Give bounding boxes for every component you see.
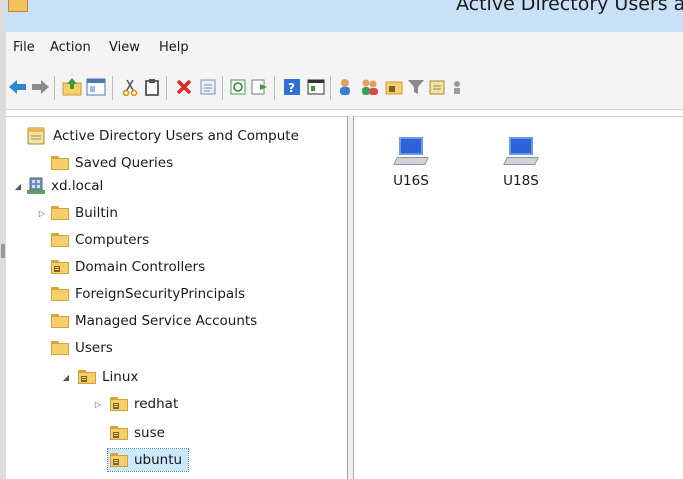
svg-text:?: ? <box>288 81 295 95</box>
computer-icon <box>503 137 539 167</box>
tree-item-label: Linux <box>102 369 139 385</box>
forward-arrow-icon[interactable] <box>30 77 50 97</box>
menu-bar: File Action View Help <box>6 32 683 64</box>
filter-icon[interactable] <box>406 77 426 97</box>
help-icon[interactable]: ? <box>282 77 302 97</box>
more-icon[interactable] <box>448 77 468 97</box>
title-bar: Active Directory Users a <box>6 0 683 32</box>
collapsed-triangle-icon[interactable]: ▷ <box>37 208 47 218</box>
folder-icon <box>51 314 69 328</box>
toolbar-separator <box>330 76 331 100</box>
folder-icon <box>51 341 69 355</box>
toolbar-separator <box>222 76 223 100</box>
toolbar-separator <box>274 76 275 100</box>
tree-item-managed-service-accounts[interactable]: Managed Service Accounts <box>51 310 257 332</box>
folder-icon <box>51 233 69 247</box>
up-folder-icon[interactable] <box>62 77 82 97</box>
snapin-root-icon <box>27 127 45 145</box>
menu-view[interactable]: View <box>109 40 140 55</box>
menu-action[interactable]: Action <box>50 40 91 55</box>
toolbar-separator <box>112 76 113 100</box>
cut-icon[interactable] <box>120 77 140 97</box>
folder-icon <box>51 206 69 220</box>
back-arrow-icon[interactable] <box>8 77 28 97</box>
toolbar-separator <box>166 76 167 100</box>
toolbar-separator <box>54 76 55 100</box>
new-group-icon[interactable] <box>360 77 380 97</box>
tree-item-label: Users <box>75 340 113 356</box>
copy-icon[interactable] <box>142 77 162 97</box>
domain-icon <box>27 177 45 195</box>
ou-icon <box>51 260 69 274</box>
ou-icon <box>78 370 96 384</box>
computer-icon <box>393 137 429 167</box>
tree-item-redhat[interactable]: ▷ redhat <box>95 393 179 415</box>
new-ou-icon[interactable] <box>384 77 404 97</box>
computer-item-u18s[interactable]: U18S <box>491 137 551 189</box>
tree-item-domain-controllers[interactable]: Domain Controllers <box>51 256 205 278</box>
app-icon <box>8 0 28 12</box>
new-user-icon[interactable] <box>336 77 356 97</box>
properties-icon[interactable] <box>198 77 218 97</box>
toolbar: ? <box>6 64 683 110</box>
export-list-icon[interactable] <box>250 77 270 97</box>
expanded-triangle-icon[interactable]: ◢ <box>61 372 71 382</box>
delete-icon[interactable] <box>174 77 194 97</box>
tree-item-label: redhat <box>134 396 179 412</box>
folder-icon <box>51 287 69 301</box>
tree-root-label: Active Directory Users and Compute <box>53 128 299 144</box>
add-to-group-icon[interactable] <box>428 77 448 97</box>
console-tree-pane[interactable]: Active Directory Users and Compute Saved… <box>6 116 348 479</box>
computer-item-label: U16S <box>393 173 429 189</box>
menu-help[interactable]: Help <box>159 40 189 55</box>
menu-file[interactable]: File <box>13 40 35 55</box>
tree-item-saved-queries[interactable]: Saved Queries <box>51 152 173 174</box>
tree-item-label: ubuntu <box>134 452 183 468</box>
tree-item-xd-local[interactable]: ◢ xd.local <box>15 175 104 197</box>
console-icon[interactable] <box>306 77 326 97</box>
tree-item-label: Managed Service Accounts <box>75 313 258 329</box>
show-console-tree-icon[interactable] <box>86 77 106 97</box>
tree-item-computers[interactable]: Computers <box>51 229 149 251</box>
tree-item-label: xd.local <box>51 178 104 194</box>
tree-item-linux[interactable]: ◢ Linux <box>63 366 139 388</box>
computer-item-u16s[interactable]: U16S <box>381 137 441 189</box>
tree-item-suse[interactable]: suse <box>110 422 165 444</box>
folder-icon <box>51 156 69 170</box>
refresh-icon[interactable] <box>228 77 248 97</box>
tree-item-users[interactable]: Users <box>51 337 113 359</box>
tree-item-foreign-security-principals[interactable]: ForeignSecurityPrincipals <box>51 283 245 305</box>
computer-item-label: U18S <box>503 173 539 189</box>
collapsed-triangle-icon[interactable]: ▷ <box>93 399 103 409</box>
tree-item-label: Builtin <box>75 205 118 221</box>
expanded-triangle-icon[interactable]: ◢ <box>13 181 23 191</box>
tree-item-label: Computers <box>75 232 150 248</box>
window-title: Active Directory Users a <box>456 0 683 15</box>
tree-item-label: ForeignSecurityPrincipals <box>75 286 245 302</box>
tree-item-label: suse <box>134 425 165 441</box>
tree-item-builtin[interactable]: ▷ Builtin <box>39 202 118 224</box>
ou-icon <box>110 397 128 411</box>
tree-item-label: Domain Controllers <box>75 259 206 275</box>
tree-root[interactable]: Active Directory Users and Compute <box>27 125 299 147</box>
ou-icon <box>110 453 128 467</box>
details-pane[interactable]: U16S U18S <box>355 116 683 479</box>
pane-splitter[interactable] <box>348 116 354 479</box>
ou-icon <box>110 426 128 440</box>
tree-item-label: Saved Queries <box>75 155 174 171</box>
tree-item-ubuntu[interactable]: ubuntu <box>106 448 190 472</box>
